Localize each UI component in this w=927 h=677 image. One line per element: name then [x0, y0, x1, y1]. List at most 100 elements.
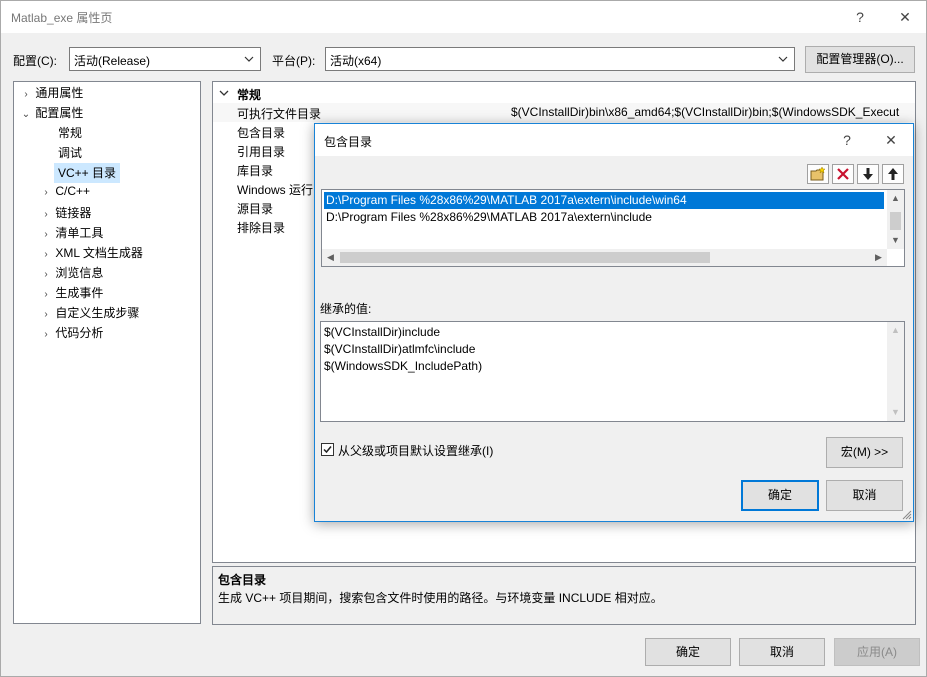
title-bar: Matlab_exe 属性页 ? ✕: [1, 1, 926, 33]
dialog-ok-button[interactable]: 确定: [741, 480, 819, 511]
chevron-right-icon: ›: [24, 89, 28, 100]
scroll-thumb[interactable]: [890, 212, 901, 230]
arrow-down-icon: [863, 168, 873, 180]
scroll-down-icon[interactable]: ▼: [887, 404, 904, 421]
dialog-cancel-button[interactable]: 取消: [826, 480, 903, 511]
inherit-checkbox[interactable]: [321, 443, 334, 456]
tree-item-label: VC++ 目录: [58, 166, 117, 180]
tree-item-label: XML 文档生成器: [55, 246, 143, 260]
tree-item-label: 常规: [58, 126, 83, 140]
horizontal-scrollbar[interactable]: ◀ ▶: [322, 249, 887, 266]
tree-item-code-analysis[interactable]: › 代码分析: [40, 324, 103, 344]
dialog-close-button[interactable]: ✕: [877, 128, 905, 152]
dialog-ok-label: 确定: [767, 488, 792, 502]
cancel-label: 取消: [769, 645, 794, 659]
scroll-right-icon[interactable]: ▶: [870, 249, 887, 266]
chevron-right-icon: ›: [44, 269, 48, 280]
list-item-text: D:\Program Files %28x86%29\MATLAB 2017a\…: [326, 210, 652, 224]
dialog-help-button[interactable]: ?: [833, 128, 861, 152]
macros-label: 宏(M) >>: [840, 445, 889, 459]
tree-item-label: 链接器: [55, 206, 92, 220]
grid-row-value: $(VCInstallDir)bin\x86_amd64;$(VCInstall…: [511, 105, 900, 119]
close-button[interactable]: ✕: [891, 5, 919, 29]
grid-row-name: 库目录: [237, 164, 274, 178]
list-item[interactable]: D:\Program Files %28x86%29\MATLAB 2017a\…: [326, 209, 652, 226]
chevron-down-icon: [244, 56, 254, 62]
chevron-down-icon: ⌄: [21, 109, 31, 120]
dialog-cancel-label: 取消: [852, 488, 877, 502]
config-combo[interactable]: 活动(Release): [69, 47, 261, 71]
grid-row[interactable]: 可执行文件目录 $(VCInstallDir)bin\x86_amd64;$(V…: [213, 103, 915, 122]
chevron-right-icon: ›: [44, 329, 48, 340]
tree-item-label: 通用属性: [35, 86, 84, 100]
scroll-thumb[interactable]: [340, 252, 710, 263]
apply-button[interactable]: 应用(A): [834, 638, 920, 666]
platform-label: 平台(P):: [272, 54, 316, 68]
move-up-button[interactable]: [882, 164, 904, 184]
config-manager-label: 配置管理器(O)...: [816, 52, 904, 66]
macros-button[interactable]: 宏(M) >>: [826, 437, 903, 468]
grid-row-name: 引用目录: [237, 145, 286, 159]
move-down-button[interactable]: [857, 164, 879, 184]
grid-section-header[interactable]: 常规: [213, 84, 915, 103]
scroll-up-icon[interactable]: ▲: [887, 190, 904, 207]
scroll-up-icon[interactable]: ▲: [887, 322, 904, 339]
platform-value: 活动(x64): [330, 54, 382, 68]
tree-item-config-props[interactable]: ⌄ 配置属性: [20, 104, 84, 124]
dialog-title: 包含目录: [324, 135, 373, 149]
delete-icon: [837, 168, 849, 180]
tree-item-cpp[interactable]: › C/C++: [40, 184, 90, 204]
ok-label: 确定: [675, 645, 700, 659]
apply-label: 应用(A): [857, 645, 897, 659]
new-line-button[interactable]: [807, 164, 829, 184]
grid-row-name: 包含目录: [237, 126, 286, 140]
list-item[interactable]: D:\Program Files %28x86%29\MATLAB 2017a\…: [324, 192, 884, 209]
chevron-right-icon: ›: [44, 289, 48, 300]
vertical-scrollbar[interactable]: ▲ ▼: [887, 322, 904, 421]
tree-item-label: 调试: [58, 146, 83, 160]
tree-item-label: 清单工具: [55, 226, 104, 240]
window-title: Matlab_exe 属性页: [11, 11, 113, 25]
tree-item-custom-build[interactable]: › 自定义生成步骤: [40, 304, 139, 324]
grid-section-title: 常规: [237, 88, 262, 102]
chevron-right-icon: ›: [44, 309, 48, 320]
description-panel: 包含目录 生成 VC++ 项目期间，搜索包含文件时使用的路径。与环境变量 INC…: [212, 566, 916, 625]
cancel-button[interactable]: 取消: [739, 638, 825, 666]
vertical-scrollbar[interactable]: ▲ ▼: [887, 190, 904, 249]
tree-item-debugging[interactable]: 调试: [58, 144, 82, 164]
ok-button[interactable]: 确定: [645, 638, 731, 666]
inherit-checkbox-label[interactable]: 从父级或项目默认设置继承(I): [338, 442, 493, 459]
list-item-text: D:\Program Files %28x86%29\MATLAB 2017a\…: [326, 193, 687, 207]
include-entries-list[interactable]: D:\Program Files %28x86%29\MATLAB 2017a\…: [321, 189, 905, 267]
resize-grip-icon[interactable]: [902, 510, 912, 520]
chevron-down-icon: [778, 56, 788, 62]
tree-item-linker[interactable]: › 链接器: [40, 204, 91, 224]
chevron-right-icon: ›: [44, 209, 48, 220]
inherited-value: $(VCInstallDir)include: [324, 325, 441, 339]
grid-row-name: Windows 运行: [237, 183, 314, 197]
platform-combo[interactable]: 活动(x64): [325, 47, 795, 71]
grid-row-name: 源目录: [237, 202, 274, 216]
inherited-value: $(WindowsSDK_IncludePath): [324, 359, 483, 373]
help-button[interactable]: ?: [846, 5, 874, 29]
tree-item-label: 生成事件: [55, 286, 104, 300]
delete-line-button[interactable]: [832, 164, 854, 184]
config-label: 配置(C):: [13, 54, 57, 68]
config-manager-button[interactable]: 配置管理器(O)...: [805, 46, 915, 73]
chevron-right-icon: ›: [44, 249, 48, 260]
tree-item-xml-doc[interactable]: › XML 文档生成器: [40, 244, 143, 264]
scroll-left-icon[interactable]: ◀: [322, 249, 339, 266]
scroll-down-icon[interactable]: ▼: [887, 232, 904, 249]
tree-item-vc-directories[interactable]: VC++ 目录: [54, 163, 121, 183]
inherited-value: $(VCInstallDir)atlmfc\include: [324, 342, 476, 356]
tree-item-general[interactable]: › 通用属性: [20, 84, 83, 104]
tree-item-browse-info[interactable]: › 浏览信息: [40, 264, 103, 284]
chevron-right-icon: ›: [44, 229, 48, 240]
grid-row-name: 可执行文件目录: [237, 107, 322, 121]
arrow-up-icon: [888, 168, 898, 180]
tree-item-manifest-tool[interactable]: › 清单工具: [40, 224, 103, 244]
collapse-icon: [219, 90, 229, 96]
dialog-title-bar: 包含目录 ? ✕: [315, 124, 913, 156]
tree-item-general-page[interactable]: 常规: [58, 124, 82, 144]
tree-item-build-events[interactable]: › 生成事件: [40, 284, 103, 304]
